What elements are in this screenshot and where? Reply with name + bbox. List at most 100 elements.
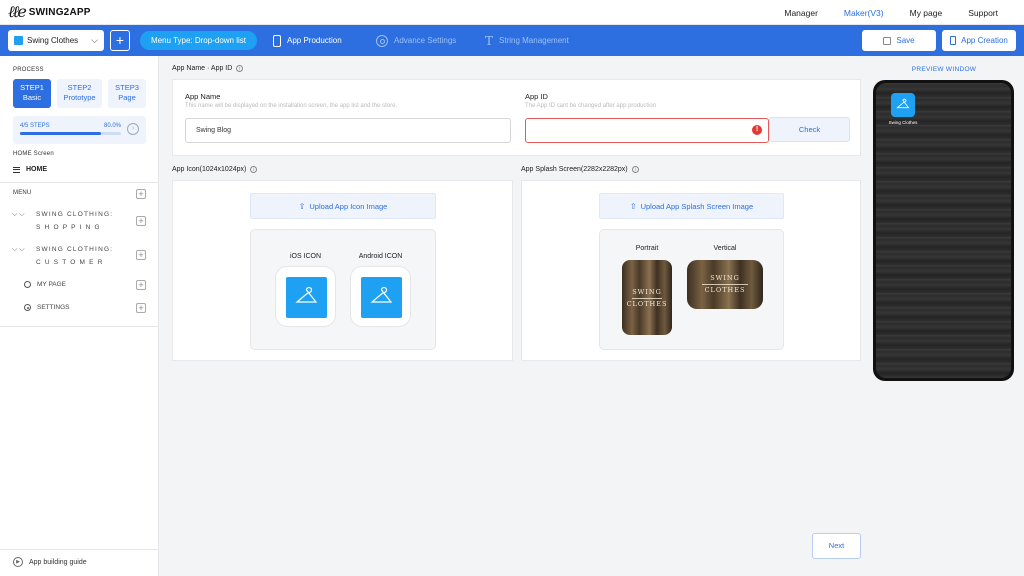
error-icon: ! [752,125,762,135]
portrait-splash-image[interactable]: SWING CLOTHES [622,260,672,335]
vertical-label: Vertical [713,245,737,252]
home-screen-label: HOME Screen [13,151,54,157]
next-button[interactable]: Next [812,533,861,559]
sidebar-item-my-page[interactable]: MY PAGE [24,281,66,288]
info-icon[interactable]: i [250,166,258,173]
nav-manager[interactable]: Manager [784,8,818,18]
info-icon[interactable]: i [631,166,639,173]
toolbar: Swing Clothes ⌵ + Menu Type: Drop-down l… [0,25,1024,56]
sidebar-item-customer[interactable]: ⌵ ⌵ SWING CLOTHING: C U S T O M E R [12,243,147,269]
splash-rule [702,284,748,285]
splash-rule [632,298,662,299]
divider [0,182,159,183]
upload-splash-label: Upload App Splash Screen Image [640,201,754,211]
app-splash-title: App Splash Screen(2282x2282px) i [521,166,639,173]
ios-icon-tile[interactable] [275,266,336,327]
add-app-button[interactable]: + [110,30,130,51]
hanger-icon [370,286,393,303]
app-name-id-title-text: App Name · App ID [172,65,233,72]
info-icon[interactable]: i [236,65,244,72]
nav-my-page[interactable]: My page [910,8,943,18]
vertical-splash-image[interactable]: SWING CLOTHES [687,260,763,309]
mobile-icon [950,36,957,45]
hanger-icon [295,286,318,303]
sidebar-item-settings[interactable]: SETTINGS [24,304,70,311]
step-basic[interactable]: STEP1 Basic [13,79,51,108]
upload-splash-button[interactable]: ⇧ Upload App Splash Screen Image [599,193,784,219]
save-button-label: Save [896,36,915,45]
app-id-label: App ID [525,92,548,101]
add-submenu-icon[interactable]: + [136,216,146,226]
add-submenu-icon[interactable]: + [136,303,146,313]
tab-string-management-label: String Management [499,36,569,45]
sidebar: PROCESS STEP1 Basic STEP2 Prototype STEP… [0,56,159,576]
android-app-icon [361,277,402,318]
vertical-splash-line2: CLOTHES [704,286,746,294]
step-prototype-number: STEP2 [67,83,92,92]
process-label: PROCESS [13,67,44,73]
divider [0,326,159,327]
hamburger-icon [13,166,20,173]
phone-icon [273,34,281,47]
phone-screen: Swing Clothes [876,83,1011,378]
tab-advance-settings-label: Advance Settings [394,36,457,45]
vertical-splash-line1: SWING [710,274,740,282]
app-building-guide[interactable]: ▶ App building guide [13,557,87,567]
sidebar-item-home[interactable]: HOME [13,166,47,173]
text-icon: T [485,33,494,48]
app-name-panel: App Name This name will be displayed on … [172,79,861,156]
step-page-name: Page [118,93,136,102]
chevron-down-icon: ⌵ ⌵ [12,211,25,218]
app-selector[interactable]: Swing Clothes ⌵ [8,30,104,51]
app-splash-title-text: App Splash Screen(2282x2282px) [521,166,628,173]
app-id-input[interactable]: ! [525,118,769,143]
vertical-splash-text: SWING CLOTHES [687,274,763,295]
upload-icon: ⇧ [298,201,306,211]
portrait-splash-line2: CLOTHES [626,300,668,308]
portrait-splash-line1: SWING [632,288,662,296]
app-name-label: App Name [185,92,221,101]
step-basic-number: STEP1 [20,83,44,92]
app-creation-button[interactable]: App Creation [942,30,1016,51]
tab-string-management[interactable]: T String Management [485,25,569,56]
app-icon-panel: ⇧ Upload App Icon Image iOS ICON Android… [172,180,513,361]
step-basic-name: Basic [22,93,42,102]
menu-label: MENU [13,190,32,196]
preview-app-icon[interactable] [891,93,915,117]
ios-icon-label: iOS ICON [289,253,322,260]
tab-advance-settings[interactable]: Advance Settings [376,25,456,56]
check-button[interactable]: Check [769,117,850,142]
save-button[interactable]: Save [862,30,936,51]
app-id-hint: The App ID cant be changed after app pro… [525,103,657,109]
tab-app-production[interactable]: App Production [273,25,342,56]
sidebar-item-customer-label: SWING CLOTHING: C U S T O M E R [36,246,114,266]
save-icon [883,36,892,45]
menu-type-pill[interactable]: Menu Type: Drop-down list [140,31,257,50]
sidebar-item-my-page-label: MY PAGE [37,281,67,288]
chevron-down-icon: ⌵ ⌵ [12,246,25,253]
android-icon-tile[interactable] [350,266,411,327]
app-name-input[interactable]: Swing Blog [185,118,511,143]
add-submenu-icon[interactable]: + [136,280,146,290]
step-page[interactable]: STEP3 Page [108,79,146,108]
progress-percent: 80.0% [104,123,122,129]
gear-icon [376,34,388,47]
add-menu-icon[interactable]: + [136,189,146,199]
add-submenu-icon[interactable]: + [136,250,146,260]
person-icon [24,281,31,288]
step-page-number: STEP3 [115,83,139,92]
sidebar-item-shopping[interactable]: ⌵ ⌵ SWING CLOTHING: S H O P P I N G [12,208,147,234]
top-bar: ℓℓe SWING2APP Manager Maker(V3) My page … [0,0,1024,25]
app-name-hint: This name will be displayed on the insta… [185,103,398,109]
app-building-guide-label: App building guide [29,558,87,566]
sidebar-item-home-label: HOME [26,166,47,173]
sidebar-item-settings-label: SETTINGS [37,304,70,311]
upload-app-icon-button[interactable]: ⇧ Upload App Icon Image [250,193,436,219]
logo[interactable]: ℓℓe SWING2APP [8,2,91,22]
nav-maker[interactable]: Maker(V3) [844,8,884,18]
top-nav: Manager Maker(V3) My page Support [758,0,998,25]
app-square-icon [14,36,23,45]
step-prototype[interactable]: STEP2 Prototype [57,79,102,108]
nav-support[interactable]: Support [968,8,998,18]
chevron-right-icon[interactable]: › [127,123,139,135]
